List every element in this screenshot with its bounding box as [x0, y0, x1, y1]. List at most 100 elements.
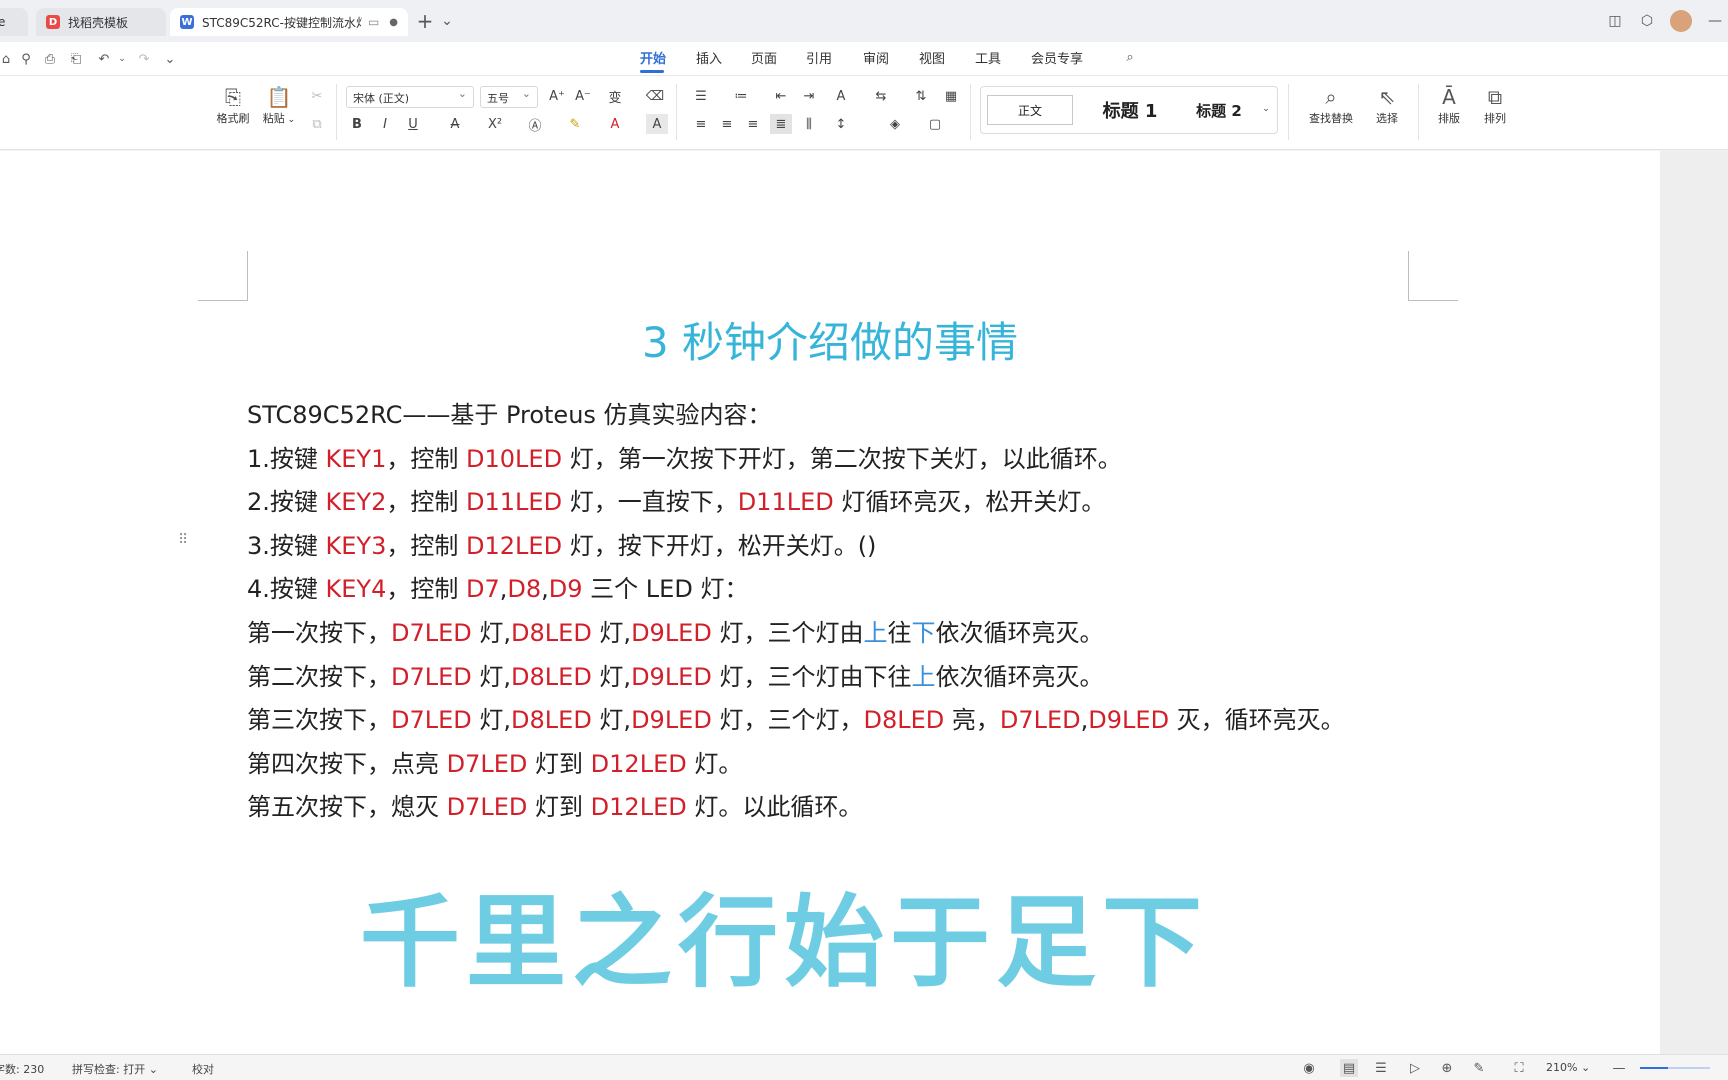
align-right-icon[interactable]: ≡: [742, 114, 764, 134]
arrange-button[interactable]: ⧉ 排列: [1472, 84, 1518, 126]
highlight-icon[interactable]: ✎: [564, 114, 586, 134]
tab-cut-label: e: [0, 15, 6, 29]
zoom-out-icon[interactable]: —: [1610, 1059, 1628, 1077]
phonetic-icon[interactable]: 变: [604, 86, 626, 106]
cube-icon[interactable]: ⬡: [1636, 10, 1658, 32]
menu-page[interactable]: 页面: [751, 48, 777, 67]
menu-review[interactable]: 审阅: [863, 48, 889, 67]
underline-icon[interactable]: U: [402, 114, 424, 134]
word-count[interactable]: 字数: 230: [0, 1061, 44, 1077]
highlighted-term: D7LED: [391, 619, 472, 647]
page-view-icon[interactable]: ▤: [1340, 1059, 1358, 1077]
menu-view[interactable]: 视图: [919, 48, 945, 67]
table-icon[interactable]: ▦: [940, 86, 962, 106]
text-run: 第四次按下，点亮: [247, 749, 447, 778]
print-preview-icon[interactable]: ⎗: [66, 50, 86, 68]
superscript-icon[interactable]: X²: [484, 114, 506, 134]
tab-cut-off[interactable]: e: [0, 8, 28, 36]
minimize-icon[interactable]: —: [1704, 10, 1726, 32]
select-label: 选择: [1376, 112, 1398, 125]
spell-check-label: 拼写检查: 打开: [72, 1063, 146, 1076]
line-break-icon[interactable]: ⇆: [870, 86, 892, 106]
web-view-icon[interactable]: ⊕: [1438, 1059, 1456, 1077]
tab-list-button[interactable]: ⌄: [436, 10, 458, 32]
numbered-list-icon[interactable]: ≔: [730, 86, 752, 106]
separator: [1288, 84, 1289, 140]
text-direction-icon[interactable]: A: [830, 86, 852, 106]
highlighted-term: D7: [466, 575, 500, 604]
align-left-icon[interactable]: ≡: [690, 114, 712, 134]
border-icon[interactable]: ▢: [924, 114, 946, 134]
text-effect-icon[interactable]: Ⓐ: [524, 114, 546, 134]
print-icon[interactable]: ⎙: [40, 50, 60, 68]
eye-icon[interactable]: ◉: [1300, 1059, 1318, 1077]
search-icon[interactable]: ⌕: [1120, 48, 1140, 66]
clear-format-icon[interactable]: ⌫: [644, 86, 666, 106]
unsaved-dot-icon[interactable]: ●: [389, 17, 398, 28]
select-button[interactable]: ⇖ 选择: [1364, 84, 1410, 126]
paste-button[interactable]: 📋 粘贴 ⌄: [256, 84, 302, 126]
pin-icon[interactable]: ⚲: [16, 50, 36, 68]
increase-indent-icon[interactable]: ⇥: [798, 86, 820, 106]
zoom-slider[interactable]: [1640, 1067, 1710, 1069]
menu-insert[interactable]: 插入: [696, 48, 722, 67]
align-center-icon[interactable]: ≡: [716, 114, 738, 134]
spell-check-status[interactable]: 拼写检查: 打开 ⌄: [72, 1061, 158, 1077]
tab-template[interactable]: D 找稻壳模板: [36, 8, 166, 36]
scrollbar[interactable]: [1660, 151, 1728, 1054]
decrease-indent-icon[interactable]: ⇤: [770, 86, 792, 106]
style-heading-1[interactable]: 标题 1: [1085, 95, 1175, 125]
document-page[interactable]: 3 秒钟介绍做的事情 STC89C52RC——基于 Proteus 仿真实验内容…: [0, 151, 1660, 1054]
fit-page-icon[interactable]: ⛶: [1510, 1059, 1528, 1077]
redo-icon[interactable]: ↷: [134, 50, 154, 68]
outline-view-icon[interactable]: ☰: [1372, 1059, 1390, 1077]
undo-menu-icon[interactable]: ⌄: [112, 50, 132, 68]
shrink-font-icon[interactable]: A⁻: [572, 86, 594, 106]
customize-icon[interactable]: ⌄: [160, 50, 180, 68]
style-normal[interactable]: 正文: [987, 95, 1073, 125]
zoom-level[interactable]: 210% ⌄: [1546, 1061, 1590, 1074]
grow-font-icon[interactable]: A⁺: [546, 86, 568, 106]
sort-icon[interactable]: ⇅: [910, 86, 932, 106]
bullet-list-icon[interactable]: ☰: [690, 86, 712, 106]
italic-icon[interactable]: I: [374, 114, 396, 134]
menu-member[interactable]: 会员专享: [1031, 48, 1083, 67]
menu-tools[interactable]: 工具: [975, 48, 1001, 67]
justify-icon[interactable]: ≣: [770, 114, 792, 134]
layout-button[interactable]: Ā 排版: [1426, 84, 1472, 126]
line-spacing-icon[interactable]: ↕: [830, 114, 852, 134]
copy-icon[interactable]: ⧉: [306, 114, 328, 134]
cut-icon[interactable]: ✂: [306, 86, 328, 106]
strikethrough-icon[interactable]: A: [444, 114, 466, 134]
text-run: 灯,: [471, 619, 512, 647]
drag-handle-icon[interactable]: ⠿: [178, 532, 188, 548]
distribute-icon[interactable]: ⫼: [798, 114, 820, 134]
font-size-select[interactable]: 五号: [480, 86, 538, 108]
layout-icon[interactable]: ◫: [1604, 10, 1626, 32]
highlighted-term: D11LED: [737, 488, 834, 517]
find-replace-button[interactable]: ⌕ 查找替换: [1300, 84, 1362, 126]
char-shading-icon[interactable]: A: [646, 114, 668, 134]
home-icon[interactable]: ⌂: [0, 50, 16, 68]
new-tab-button[interactable]: +: [414, 9, 436, 33]
bold-icon[interactable]: B: [346, 114, 368, 134]
pen-icon[interactable]: ✎: [1470, 1059, 1488, 1077]
proofread-button[interactable]: 校对: [192, 1061, 214, 1077]
avatar[interactable]: [1670, 10, 1692, 32]
style-heading-2[interactable]: 标题 2: [1177, 95, 1261, 125]
highlighted-term: D7LED: [999, 706, 1081, 735]
menu-home[interactable]: 开始: [640, 48, 666, 67]
undo-icon[interactable]: ↶: [94, 50, 114, 68]
highlighted-term: D7LED: [446, 749, 528, 778]
document-area: 3 秒钟介绍做的事情 STC89C52RC——基于 Proteus 仿真实验内容…: [0, 151, 1728, 1054]
font-color-icon[interactable]: A: [604, 114, 626, 134]
play-icon[interactable]: ▷: [1406, 1059, 1424, 1077]
style-more-icon[interactable]: ⌄: [1255, 99, 1277, 119]
shading-icon[interactable]: ◈: [884, 114, 906, 134]
font-name-select[interactable]: 宋体 (正文): [346, 86, 474, 108]
format-painter-button[interactable]: ⎘ 格式刷: [210, 84, 256, 126]
menu-references[interactable]: 引用: [806, 48, 832, 67]
text-run: 依次循环亮灭。: [935, 662, 1104, 691]
tab-document[interactable]: W STC89C52RC-按键控制流水灯 ▭ ●: [170, 8, 408, 36]
highlighted-term: D7LED: [446, 793, 528, 822]
